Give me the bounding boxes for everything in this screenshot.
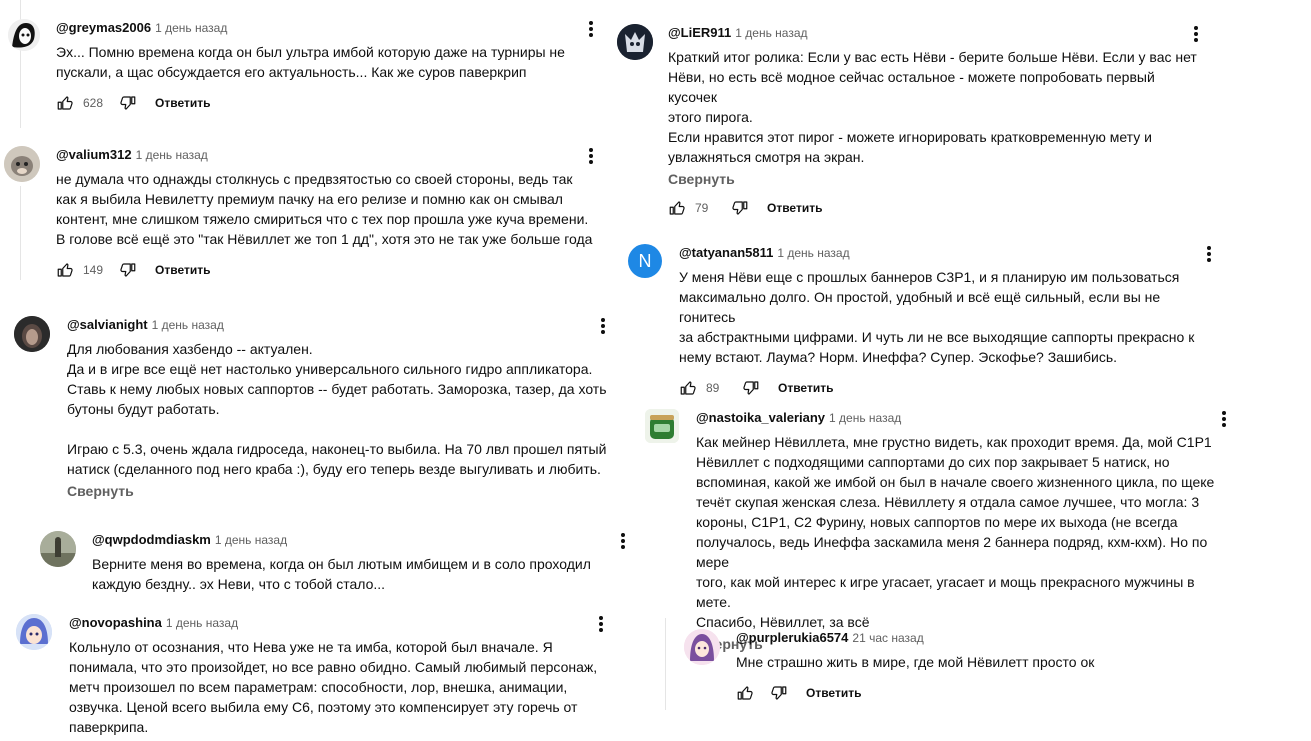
reply-button[interactable]: Ответить (767, 201, 822, 215)
avatar[interactable] (645, 409, 679, 443)
thumb-up-icon[interactable] (736, 684, 754, 702)
avatar[interactable] (16, 614, 52, 650)
comment-text: Верните меня во времена, когда он был лю… (92, 556, 591, 592)
comment-text: Мне страшно жить в мире, где мой Нёвилет… (736, 654, 1095, 670)
thumb-up-icon[interactable] (56, 94, 74, 112)
more-options-icon[interactable] (584, 19, 598, 39)
comment-actions: 149 Ответить (56, 261, 598, 279)
like-count: 89 (706, 381, 720, 395)
author-name[interactable]: @LiER911 (668, 25, 731, 40)
avatar[interactable] (14, 316, 50, 352)
avatar-image (40, 531, 76, 567)
comment-header: @nastoika_valeriany 1 день назад (696, 409, 1231, 427)
comment-header: @qwpdodmdiaskm 1 день назад (92, 531, 630, 549)
author-name[interactable]: @purplerukia6574 (736, 630, 848, 645)
comment-actions: 79 Ответить (668, 199, 1203, 217)
more-options-icon[interactable] (1202, 244, 1216, 264)
comment-header: @salvianight 1 день назад (67, 316, 610, 334)
comment-text: Краткий итог ролика: Если у вас есть Нёв… (668, 49, 1197, 165)
comment-text: Для любования хазбендо -- актуален. Да и… (67, 341, 607, 477)
more-options-icon[interactable] (616, 531, 630, 551)
reply-button[interactable]: Ответить (778, 381, 833, 395)
like-count: 79 (695, 201, 709, 215)
avatar[interactable]: N (628, 244, 662, 278)
avatar-image (14, 316, 50, 352)
timestamp[interactable]: 1 день назад (166, 616, 238, 630)
comment-actions: 89 Ответить (679, 379, 1216, 397)
thumb-up-icon[interactable] (668, 199, 686, 217)
comment-body: @greymas2006 1 день назад Эх... Помню вре… (56, 19, 598, 112)
like-count: 628 (83, 96, 104, 110)
avatar-image (4, 146, 40, 182)
more-options-icon[interactable] (584, 146, 598, 166)
avatar[interactable] (8, 19, 40, 51)
thumb-down-icon[interactable] (119, 261, 137, 279)
thumb-down-icon[interactable] (742, 379, 760, 397)
comment-body: @qwpdodmdiaskm 1 день назад Верните меня … (92, 531, 630, 594)
timestamp[interactable]: 1 день назад (829, 411, 901, 425)
collapse-button[interactable]: Свернуть (668, 171, 1203, 187)
comment-body: @nastoika_valeriany 1 день назад Как мейн… (696, 409, 1231, 652)
timestamp[interactable]: 1 день назад (735, 26, 807, 40)
comment-header: @LiER911 1 день назад (668, 24, 1203, 42)
author-name[interactable]: @tatyanan5811 (679, 245, 773, 260)
comment-text: Эх... Помню времена когда он был ультра … (56, 44, 565, 80)
more-options-icon[interactable] (596, 316, 610, 336)
comment-text: У меня Нёви еще с прошлых баннеров С3Р1,… (679, 269, 1195, 365)
thread-line (665, 618, 666, 710)
thumb-down-icon[interactable] (119, 94, 137, 112)
reply-button[interactable]: Ответить (155, 96, 210, 110)
collapse-button[interactable]: Свернуть (67, 483, 610, 499)
comment-text: не думала что однажды столкнусь с предвз… (56, 171, 593, 247)
thumb-down-icon[interactable] (731, 199, 749, 217)
comment-actions: Ответить (736, 684, 1124, 702)
comment-actions: 628 Ответить (56, 94, 598, 112)
comment-header: @tatyanan5811 1 день назад (679, 244, 1216, 262)
comment-body: @novopashina 1 день назад Кольнуло от осо… (69, 614, 608, 737)
comment-body: @salvianight 1 день назад Для любования х… (67, 316, 610, 499)
avatar-image (645, 409, 679, 443)
author-name[interactable]: @valium312 (56, 147, 132, 162)
reply-button[interactable]: Ответить (155, 263, 210, 277)
avatar[interactable] (684, 629, 720, 665)
timestamp[interactable]: 1 день назад (215, 533, 287, 547)
avatar[interactable] (4, 146, 40, 182)
comment-header: @valium312 1 день назад (56, 146, 598, 164)
author-name[interactable]: @greymas2006 (56, 20, 151, 35)
avatar-letter: N (638, 250, 652, 271)
more-options-icon[interactable] (1217, 409, 1231, 429)
timestamp[interactable]: 1 день назад (777, 246, 849, 260)
author-name[interactable]: @qwpdodmdiaskm (92, 532, 211, 547)
comment-header: @novopashina 1 день назад (69, 614, 608, 632)
more-options-icon[interactable] (1189, 24, 1203, 44)
more-options-icon[interactable] (594, 614, 608, 634)
comment-body: @valium312 1 день назад не думала что одн… (56, 146, 598, 279)
comment-header: @greymas2006 1 день назад (56, 19, 598, 37)
comment-body: @tatyanan5811 1 день назад У меня Нёви ещ… (679, 244, 1216, 397)
timestamp[interactable]: 1 день назад (152, 318, 224, 332)
reply-button[interactable]: Ответить (806, 686, 861, 700)
timestamp[interactable]: 21 час назад (852, 631, 923, 645)
avatar-image (16, 614, 52, 650)
comment-text: Как мейнер Нёвиллета, мне грустно видеть… (696, 434, 1215, 630)
comment-body: @purplerukia6574 21 час назад Мне страшно… (736, 629, 1124, 702)
comment-body: @LiER911 1 день назад Краткий итог ролика… (668, 24, 1203, 217)
thumb-up-icon[interactable] (679, 379, 697, 397)
thumb-down-icon[interactable] (770, 684, 788, 702)
avatar[interactable] (40, 531, 76, 567)
thumb-up-icon[interactable] (56, 261, 74, 279)
author-name[interactable]: @salvianight (67, 317, 148, 332)
avatar-image (617, 24, 653, 60)
author-name[interactable]: @novopashina (69, 615, 162, 630)
like-count: 149 (83, 263, 104, 277)
author-name[interactable]: @nastoika_valeriany (696, 410, 825, 425)
avatar-image (8, 19, 40, 51)
avatar-image (684, 629, 720, 665)
thread-line (20, 186, 21, 280)
comment-text: Кольнуло от осознания, что Нева уже не т… (69, 639, 598, 735)
timestamp[interactable]: 1 день назад (136, 148, 208, 162)
avatar[interactable] (617, 24, 653, 60)
comment-header: @purplerukia6574 21 час назад (736, 629, 1124, 647)
timestamp[interactable]: 1 день назад (155, 21, 227, 35)
